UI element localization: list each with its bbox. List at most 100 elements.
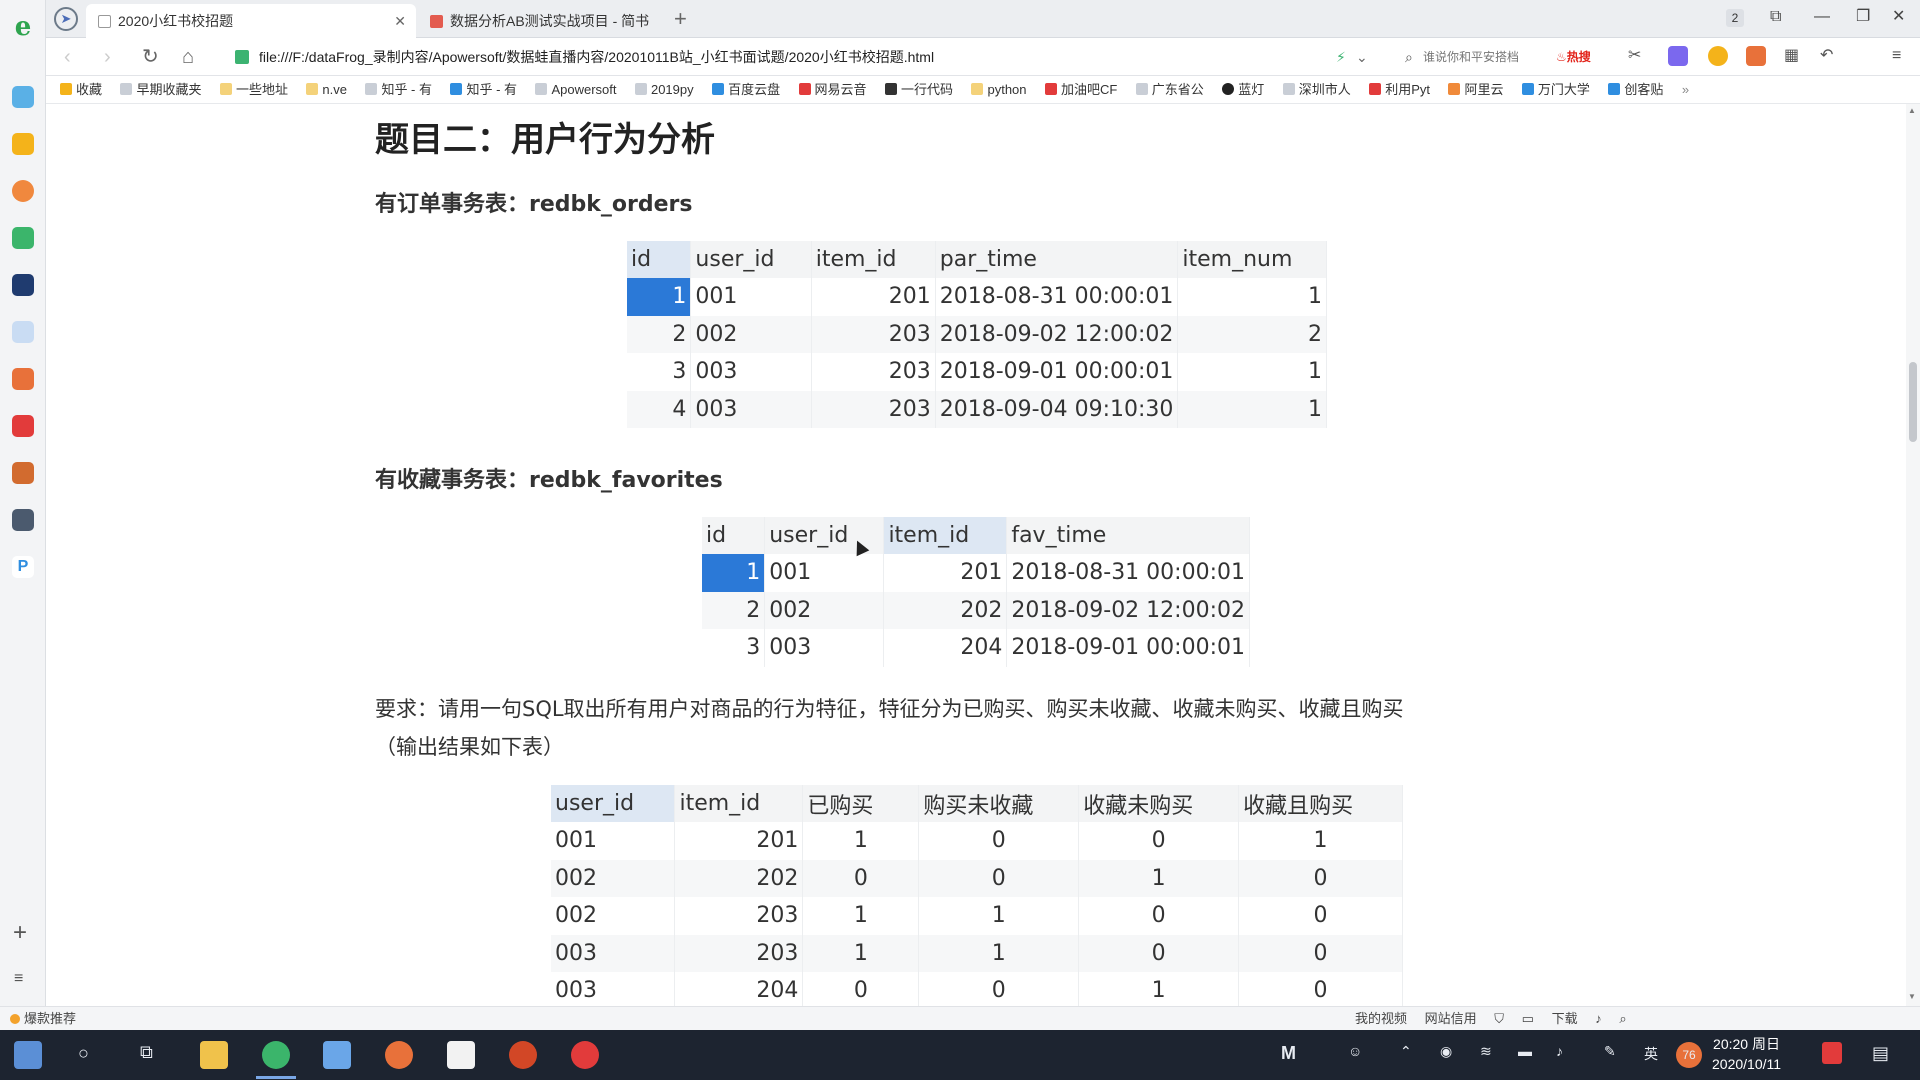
bookmark-item[interactable]: 知乎 - 有 xyxy=(365,76,432,103)
sidebar-doc-icon[interactable] xyxy=(12,321,34,343)
column-header[interactable]: fav_time xyxy=(1006,517,1250,554)
cell[interactable]: 203 xyxy=(811,353,936,391)
wifi-icon[interactable]: ≋ xyxy=(1480,1043,1492,1060)
column-header[interactable]: id xyxy=(627,241,692,278)
browser-logo-icon[interactable]: e xyxy=(9,13,37,41)
cell[interactable]: 1 xyxy=(918,897,1080,935)
tab-jianshu[interactable]: 数据分析AB测试实战项目 - 简书 xyxy=(418,4,658,38)
bookmark-item[interactable]: Apowersoft xyxy=(535,76,617,103)
cell[interactable]: 203 xyxy=(811,390,936,428)
cell[interactable]: 0 xyxy=(918,972,1080,1006)
bookmark-item[interactable]: 知乎 - 有 xyxy=(450,76,517,103)
site-credit-link[interactable]: 网站信用 xyxy=(1425,1011,1477,1026)
sidebar-weibo-icon[interactable] xyxy=(12,180,34,202)
cell[interactable]: 201 xyxy=(674,822,804,860)
minimize-button[interactable]: — xyxy=(1814,5,1830,29)
cell[interactable]: 2018-09-04 09:10:30 xyxy=(935,390,1179,428)
sidebar-add-icon[interactable]: + xyxy=(13,919,27,947)
app-icon[interactable] xyxy=(323,1041,351,1069)
cell[interactable]: 0 xyxy=(1238,897,1403,935)
app-m-icon[interactable]: M xyxy=(1281,1043,1296,1064)
chevron-down-icon[interactable]: ⌄ xyxy=(1356,44,1368,70)
sidebar-game-icon[interactable] xyxy=(12,509,34,531)
screenshot-icon[interactable]: ▭ xyxy=(1522,1011,1534,1026)
cell[interactable]: 1 xyxy=(1177,278,1327,316)
cell[interactable]: 1 xyxy=(702,554,766,592)
bookmark-item[interactable]: 万门大学 xyxy=(1521,76,1590,103)
table-row[interactable]: 1 001 201 2018-08-31 00:00:01 1 xyxy=(627,278,1327,316)
people-icon[interactable]: ☺ xyxy=(1348,1043,1362,1059)
cell[interactable]: 1 xyxy=(918,934,1080,972)
bookmark-item[interactable]: 一行代码 xyxy=(885,76,953,103)
cell[interactable]: 003 xyxy=(690,390,812,428)
sidebar-game-icon[interactable] xyxy=(12,462,34,484)
cell[interactable]: 2018-08-31 00:00:01 xyxy=(1006,554,1250,592)
cell[interactable]: 1 xyxy=(1177,390,1327,428)
table-row[interactable]: 3 003 203 2018-09-01 00:00:01 1 xyxy=(627,353,1327,391)
cell[interactable]: 1 xyxy=(802,897,920,935)
grid-icon[interactable]: ▦ xyxy=(1784,46,1804,66)
search-icon[interactable]: ○ xyxy=(78,1043,89,1064)
cell[interactable]: 001 xyxy=(764,554,885,592)
hot-recommend-link[interactable]: 爆款推荐 xyxy=(10,1007,76,1031)
bookmark-item[interactable]: 一些地址 xyxy=(219,76,288,103)
notification-icon[interactable] xyxy=(1822,1042,1842,1064)
zoom-icon[interactable]: ⌕ xyxy=(1619,1011,1626,1026)
bookmark-item[interactable]: 利用Pyt xyxy=(1369,76,1430,103)
column-header[interactable]: 收藏未购买 xyxy=(1078,785,1240,822)
back-icon[interactable]: ‹ xyxy=(64,44,71,70)
cell[interactable]: 0 xyxy=(918,822,1080,860)
table-row[interactable]: 3 003 204 2018-09-01 00:00:01 xyxy=(702,629,1250,667)
action-center-icon[interactable]: ▤ xyxy=(1872,1043,1889,1064)
vertical-scrollbar[interactable]: ▲ ▼ xyxy=(1906,104,1920,1006)
column-header[interactable]: item_num xyxy=(1177,241,1327,278)
tab-xiaohongshu[interactable]: 2020小红书校招题 ✕ xyxy=(86,4,416,38)
reload-icon[interactable]: ↻ xyxy=(142,44,159,70)
new-tab-button[interactable]: + xyxy=(674,4,687,34)
cell[interactable]: 1 xyxy=(802,822,920,860)
sidebar-app-icon[interactable] xyxy=(12,415,34,437)
cell[interactable]: 0 xyxy=(1238,859,1403,897)
task-view-icon[interactable]: ⧉ xyxy=(140,1042,153,1063)
bookmark-item[interactable]: 蓝灯 xyxy=(1222,76,1264,103)
sidebar-app-icon[interactable] xyxy=(12,368,34,390)
cell[interactable]: 2018-09-01 00:00:01 xyxy=(935,353,1179,391)
app-icon[interactable] xyxy=(385,1041,413,1069)
cell[interactable]: 204 xyxy=(674,972,804,1006)
cell[interactable]: 203 xyxy=(811,315,936,353)
column-header[interactable]: item_id xyxy=(883,517,1008,554)
input-language[interactable]: 英 xyxy=(1644,1044,1658,1064)
powerpoint-icon[interactable] xyxy=(509,1041,537,1069)
cell[interactable]: 4 xyxy=(627,390,692,428)
column-header[interactable]: user_id xyxy=(690,241,812,278)
cell[interactable]: 202 xyxy=(674,859,804,897)
bookmark-item[interactable]: 2019py xyxy=(634,76,694,103)
cell[interactable]: 002 xyxy=(764,591,885,629)
bookmark-item[interactable]: 早期收藏夹 xyxy=(120,76,201,103)
browser-360-icon[interactable] xyxy=(262,1041,290,1069)
cell[interactable]: 0 xyxy=(1238,934,1403,972)
table-row[interactable]: 001 201 1 0 0 1 xyxy=(551,822,1403,860)
shield-icon[interactable]: ⛉ xyxy=(1494,1011,1504,1026)
cell[interactable]: 0 xyxy=(1078,934,1240,972)
cell[interactable]: 203 xyxy=(674,897,804,935)
column-header[interactable]: 收藏且购买 xyxy=(1238,785,1403,822)
bookmark-item[interactable]: 深圳市人 xyxy=(1282,76,1351,103)
cell[interactable]: 0 xyxy=(1078,822,1240,860)
cell[interactable]: 204 xyxy=(883,629,1008,667)
bookmark-item[interactable]: 收藏 xyxy=(60,76,102,103)
forward-icon[interactable]: › xyxy=(104,44,111,70)
restore-tabs-icon[interactable]: ⧉ xyxy=(1770,5,1781,29)
table-row[interactable]: 002 203 1 1 0 0 xyxy=(551,897,1403,935)
cell[interactable]: 0 xyxy=(802,859,920,897)
table-row[interactable]: 002 202 0 0 1 0 xyxy=(551,859,1403,897)
temperature-badge[interactable]: 76 xyxy=(1676,1042,1702,1068)
menu-icon[interactable]: ≡ xyxy=(1892,46,1912,66)
bookmark-item[interactable]: 百度云盘 xyxy=(712,76,780,103)
cell[interactable]: 2 xyxy=(1177,315,1327,353)
windows-start-icon[interactable] xyxy=(14,1041,42,1069)
cell[interactable]: 2018-09-02 12:00:02 xyxy=(935,315,1179,353)
cell[interactable]: 001 xyxy=(551,822,676,860)
sidebar-app-icon[interactable] xyxy=(12,274,34,296)
sidebar-app-icon[interactable] xyxy=(12,86,34,108)
